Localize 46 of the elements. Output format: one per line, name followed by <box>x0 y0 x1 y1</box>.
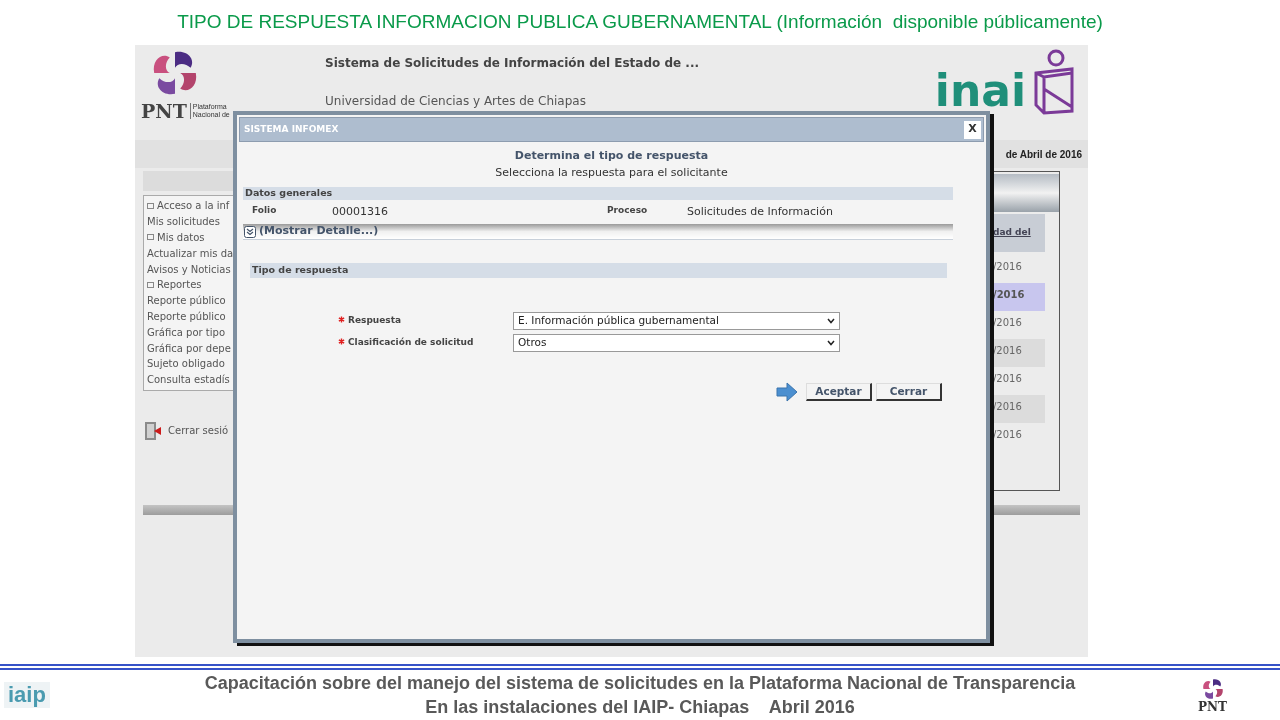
institution-name: Universidad de Ciencias y Artes de Chiapas <box>325 93 587 110</box>
current-date: de Abril de 2016 <box>1005 147 1082 162</box>
select-field[interactable]: Otros <box>513 334 840 352</box>
panel-header-bar <box>991 174 1059 212</box>
field-label: Respuesta <box>348 314 402 328</box>
field-label: Clasificación de solicitud <box>348 336 474 350</box>
select-field[interactable]: E. Información pública gubernamental <box>513 312 840 330</box>
table-row[interactable]: /2016 <box>991 423 1045 451</box>
table-row[interactable]: /2016 <box>991 339 1045 367</box>
table-row[interactable]: /2016 <box>991 311 1045 339</box>
field-value: Solicitudes de Información <box>687 203 833 220</box>
table-row[interactable]: /2016 <box>991 367 1045 395</box>
footer-logo-icon <box>1200 676 1225 701</box>
field-value: 00001316 <box>332 203 388 220</box>
partner-logo-text: inai <box>934 67 1026 115</box>
close-button[interactable]: X <box>964 120 981 139</box>
footer-logo-text: PNT <box>1198 700 1227 714</box>
iaip-logo: iaip <box>4 682 50 708</box>
dialog-button[interactable]: Cerrar <box>876 383 942 401</box>
dropdown-caret-icon <box>827 340 835 346</box>
dialog-title: SISTEMA INFOMEX <box>244 122 339 136</box>
section-header: Datos generales <box>243 187 953 200</box>
field-label: Folio <box>252 203 278 217</box>
section-header: Tipo de respuesta <box>250 263 947 278</box>
slide-title: TIPO DE RESPUESTA INFORMACION PUBLICA GUBERNAMENTAL (Información disponible públicamente) <box>177 10 1103 35</box>
header-title: Sistema de Solicitudes de Información del Estado de ... <box>325 55 700 72</box>
footer-text: Capacitación sobre del manejo del sistema de solicitudes en la Plataforma Nacional de Transparencia <box>204 672 1076 695</box>
partner-logo-icon <box>1032 49 1076 115</box>
expand-icon <box>147 234 154 241</box>
table-row[interactable]: /2016 <box>991 283 1045 311</box>
pointer-arrow-icon <box>776 382 798 402</box>
field-label: Proceso <box>607 203 649 217</box>
show-details-link[interactable]: (Mostrar Detalle...) <box>259 223 379 240</box>
expand-icon <box>147 202 154 209</box>
table-row[interactable]: /2016 <box>991 395 1045 423</box>
dropdown-caret-icon <box>827 318 835 324</box>
menu-item[interactable]: Reportes <box>144 277 284 293</box>
logout-link[interactable]: Cerrar sesió <box>168 423 229 439</box>
expand-icon <box>147 281 154 288</box>
footer-text: En las instalaciones del IAIP- Chiapas Abril 2016 <box>425 696 855 719</box>
expand-chevron-icon[interactable] <box>244 225 256 238</box>
dialog-button[interactable]: Aceptar <box>806 383 872 401</box>
table-row[interactable]: /2016 <box>991 255 1045 283</box>
dialog-subheading: Selecciona la respuesta para el solicitante <box>495 164 728 181</box>
dialog-heading: Determina el tipo de respuesta <box>514 148 709 164</box>
logo-text: PNT <box>141 99 187 124</box>
